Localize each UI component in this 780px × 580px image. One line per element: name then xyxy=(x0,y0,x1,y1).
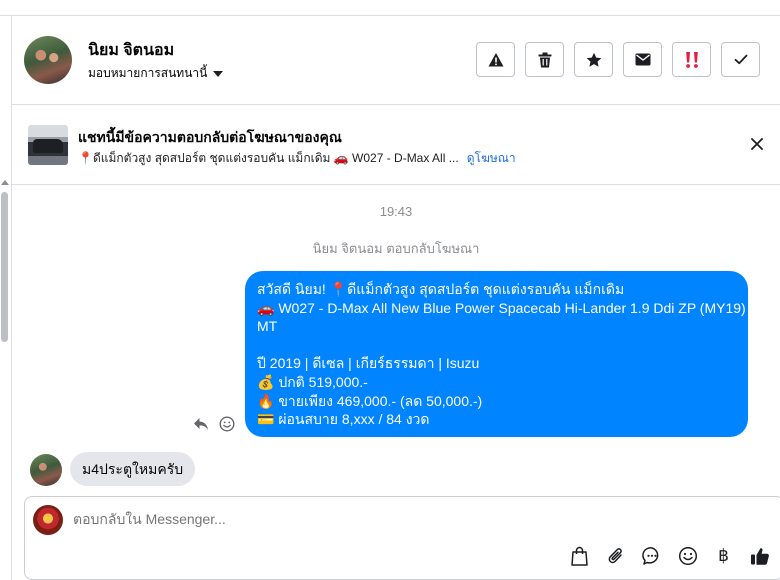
smiley-icon xyxy=(219,416,235,432)
avatar[interactable] xyxy=(24,36,72,84)
attach-button[interactable] xyxy=(605,545,626,566)
trash-icon xyxy=(538,52,551,67)
ad-thumbnail[interactable] xyxy=(28,125,68,165)
outgoing-message-bubble[interactable]: สวัสดี นิยม! 📍ดีแม็กตัวสูง สุดสปอร์ต ชุด… xyxy=(245,271,748,437)
scroll-up-arrow-icon[interactable] xyxy=(1,180,9,185)
message-line: 🔥 ขายเพียง 469,000.- (ลด 50,000.-) xyxy=(257,392,483,409)
message-line xyxy=(257,336,736,355)
ad-description: 📍ดีแม็กตัวสูง สุดสปอร์ต ชุดแต่งรอบคัน แม… xyxy=(78,151,459,165)
header-actions xyxy=(476,42,760,77)
emoji-button[interactable] xyxy=(677,545,698,566)
report-button[interactable] xyxy=(476,42,515,77)
scroll-thumb[interactable] xyxy=(1,192,8,342)
assign-conversation-dropdown[interactable]: มอบหมายการสนทนานี้ xyxy=(88,64,224,83)
conversation-header: นิยม จิตนอม มอบหมายการสนทนานี้ xyxy=(12,17,780,105)
message-timestamp: 19:43 xyxy=(379,204,413,219)
assign-label: มอบหมายการสนทนานี้ xyxy=(88,66,208,80)
ad-banner-subtitle: 📍ดีแม็กตัวสูง สุดสปอร์ต ชุดแต่งรอบคัน แม… xyxy=(78,149,516,168)
top-divider xyxy=(0,0,780,16)
scrollbar[interactable] xyxy=(0,180,9,580)
shopping-bag-icon xyxy=(571,546,588,566)
delete-button[interactable] xyxy=(525,42,564,77)
avatar[interactable] xyxy=(30,454,62,486)
mark-done-button[interactable] xyxy=(721,42,760,77)
message-line: MT xyxy=(257,318,278,335)
reply-icon xyxy=(194,418,208,430)
mark-unread-button[interactable] xyxy=(623,42,662,77)
message-actions xyxy=(192,415,236,433)
message-line: 💰 ปกติ 519,000.- xyxy=(257,373,368,390)
message-line: 🚗 W027 - D-Max All New Blue Power Spacec… xyxy=(257,299,746,316)
paperclip-icon xyxy=(608,547,622,563)
close-icon[interactable] xyxy=(748,135,766,153)
reply-button[interactable] xyxy=(192,415,210,433)
shopping-bag-button[interactable] xyxy=(569,545,590,566)
chevron-down-icon xyxy=(213,70,224,77)
envelope-icon xyxy=(635,53,650,66)
check-icon xyxy=(734,54,747,65)
view-ad-link[interactable]: ดูโฆษณา xyxy=(467,149,516,168)
reply-input[interactable] xyxy=(73,511,753,527)
incoming-message-bubble[interactable]: ม4ประตูใหมครับ xyxy=(70,452,196,486)
contact-name[interactable]: นิยม จิตนอม xyxy=(88,38,174,63)
page-avatar xyxy=(33,505,63,535)
thumbs-up-icon xyxy=(750,547,769,565)
star-button[interactable] xyxy=(574,42,613,77)
follow-up-button[interactable] xyxy=(672,42,711,77)
chat-bubble-icon xyxy=(641,546,658,565)
warning-icon xyxy=(488,52,503,66)
like-button[interactable] xyxy=(749,545,770,566)
baht-icon: ฿ xyxy=(718,545,729,565)
ad-reply-note: นิยม จิตนอม ตอบกลับโฆษณา xyxy=(312,241,480,256)
saved-replies-button[interactable] xyxy=(641,545,662,566)
exclamation-icon xyxy=(685,51,698,68)
emoji-icon xyxy=(678,546,697,565)
star-icon xyxy=(586,52,601,67)
message-line: สวัสดี นิยม! 📍ดีแม็กตัวสูง สุดสปอร์ต ชุด… xyxy=(257,281,625,297)
composer-toolbar: ฿ xyxy=(569,545,770,566)
ad-reply-banner: แชทนี้มีข้อความตอบกลับต่อโฆษณาของคุณ 📍ดี… xyxy=(12,105,780,185)
message-line: 💳 ผ่อนสบาย 8,xxx / 84 งวด xyxy=(257,411,430,428)
react-button[interactable] xyxy=(218,415,236,433)
payment-button[interactable]: ฿ xyxy=(713,545,734,566)
message-line: ปี 2019 | ดีเซล | เกียร์ธรรมดา | Isuzu xyxy=(257,355,480,372)
ad-banner-title: แชทนี้มีข้อความตอบกลับต่อโฆษณาของคุณ xyxy=(78,129,342,145)
message-composer: ฿ xyxy=(24,496,780,580)
